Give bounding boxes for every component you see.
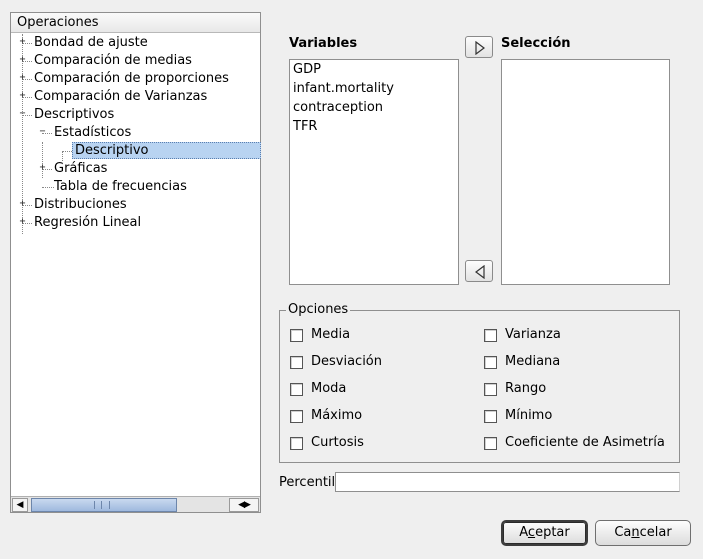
- tree-item-label: Gráficas: [54, 161, 108, 176]
- checkbox-icon[interactable]: [484, 356, 497, 369]
- checkbox-label: Varianza: [505, 327, 561, 342]
- options-legend: Opciones: [286, 302, 351, 318]
- add-variable-button[interactable]: [465, 36, 493, 58]
- accept-button[interactable]: Aceptar: [501, 520, 588, 546]
- list-item[interactable]: TFR: [290, 117, 458, 136]
- button-label-post: eptar: [535, 525, 570, 540]
- arrow-left-icon: ◀: [16, 500, 24, 510]
- collapse-icon[interactable]: −: [18, 109, 27, 119]
- tree-item-label: Regresión Lineal: [34, 215, 142, 230]
- variables-title: Variables: [289, 36, 358, 51]
- tree-item-label: Descriptivo: [72, 142, 261, 159]
- tree-item-label: Bondad de ajuste: [34, 35, 148, 50]
- expand-icon[interactable]: +: [18, 37, 27, 47]
- cancel-button[interactable]: Cancelar: [595, 520, 691, 546]
- grip-icon: [94, 501, 110, 509]
- button-mnemonic: c: [527, 525, 536, 540]
- checkbox-label: Mínimo: [505, 408, 553, 423]
- checkbox-label: Moda: [311, 381, 347, 396]
- operations-tree-panel: Operaciones + Bondad de ajuste + Compara…: [10, 12, 261, 513]
- remove-variable-button[interactable]: [465, 260, 493, 282]
- percentil-label: Percentil: [279, 475, 336, 490]
- checkbox-icon[interactable]: [484, 383, 497, 396]
- expand-icon[interactable]: +: [18, 73, 27, 83]
- operations-tree: + Bondad de ajuste + Comparación de medi…: [11, 34, 261, 496]
- checkbox-icon[interactable]: [484, 437, 497, 450]
- collapse-icon[interactable]: −: [38, 127, 47, 137]
- triangle-left-icon: [475, 265, 485, 279]
- scroll-left-button[interactable]: ◀: [12, 498, 28, 512]
- tree-item-label: Descriptivos: [34, 107, 115, 122]
- scrollbar-thumb[interactable]: [31, 498, 177, 512]
- options-group: Opciones Media Desviación Moda Máximo Cu…: [279, 302, 680, 463]
- button-label-post: celar: [639, 525, 672, 540]
- checkbox-icon[interactable]: [290, 329, 303, 342]
- button-label-pre: Ca: [614, 525, 632, 540]
- checkbox-label: Media: [311, 327, 351, 342]
- expand-icon[interactable]: +: [18, 91, 27, 101]
- triangle-right-icon: [475, 41, 485, 55]
- list-item[interactable]: contraception: [290, 98, 458, 117]
- button-mnemonic: n: [631, 525, 640, 540]
- list-item[interactable]: GDP: [290, 60, 458, 79]
- checkbox-icon[interactable]: [290, 383, 303, 396]
- scroll-right-buttons[interactable]: ◀▶: [229, 498, 259, 512]
- tree-item-label: Estadísticos: [54, 125, 132, 140]
- horizontal-scrollbar[interactable]: ◀ ◀▶: [11, 496, 260, 512]
- expand-icon[interactable]: +: [18, 217, 27, 227]
- tree-header: Operaciones: [11, 13, 260, 33]
- checkbox-label: Desviación: [311, 354, 383, 369]
- checkbox-label: Máximo: [311, 408, 363, 423]
- tree-item-descriptivo[interactable]: Descriptivo: [72, 142, 261, 160]
- tree-item-label: Tabla de frecuencias: [54, 179, 187, 194]
- expand-icon[interactable]: +: [38, 163, 47, 173]
- checkbox-icon[interactable]: [290, 410, 303, 423]
- arrow-right-icon[interactable]: ▶: [244, 500, 251, 510]
- checkbox-icon[interactable]: [290, 437, 303, 450]
- list-item[interactable]: infant.mortality: [290, 79, 458, 98]
- tree-item-label: Comparación de proporciones: [34, 71, 229, 86]
- button-label-pre: A: [519, 525, 528, 540]
- percentil-input[interactable]: [335, 472, 680, 492]
- selection-title: Selección: [501, 36, 571, 51]
- checkbox-label: Coeficiente de Asimetría: [505, 435, 665, 450]
- checkbox-icon[interactable]: [290, 356, 303, 369]
- tree-item-label: Comparación de medias: [34, 53, 192, 68]
- tree-item-label: Comparación de Varianzas: [34, 89, 208, 104]
- expand-icon[interactable]: +: [18, 55, 27, 65]
- checkbox-label: Mediana: [505, 354, 561, 369]
- checkbox-label: Rango: [505, 381, 547, 396]
- checkbox-icon[interactable]: [484, 329, 497, 342]
- variables-list[interactable]: GDP infant.mortality contraception TFR: [289, 59, 459, 285]
- tree-item-label: Distribuciones: [34, 197, 127, 212]
- checkbox-label: Curtosis: [311, 435, 364, 450]
- checkbox-icon[interactable]: [484, 410, 497, 423]
- expand-icon[interactable]: +: [18, 199, 27, 209]
- selection-list[interactable]: [501, 59, 670, 285]
